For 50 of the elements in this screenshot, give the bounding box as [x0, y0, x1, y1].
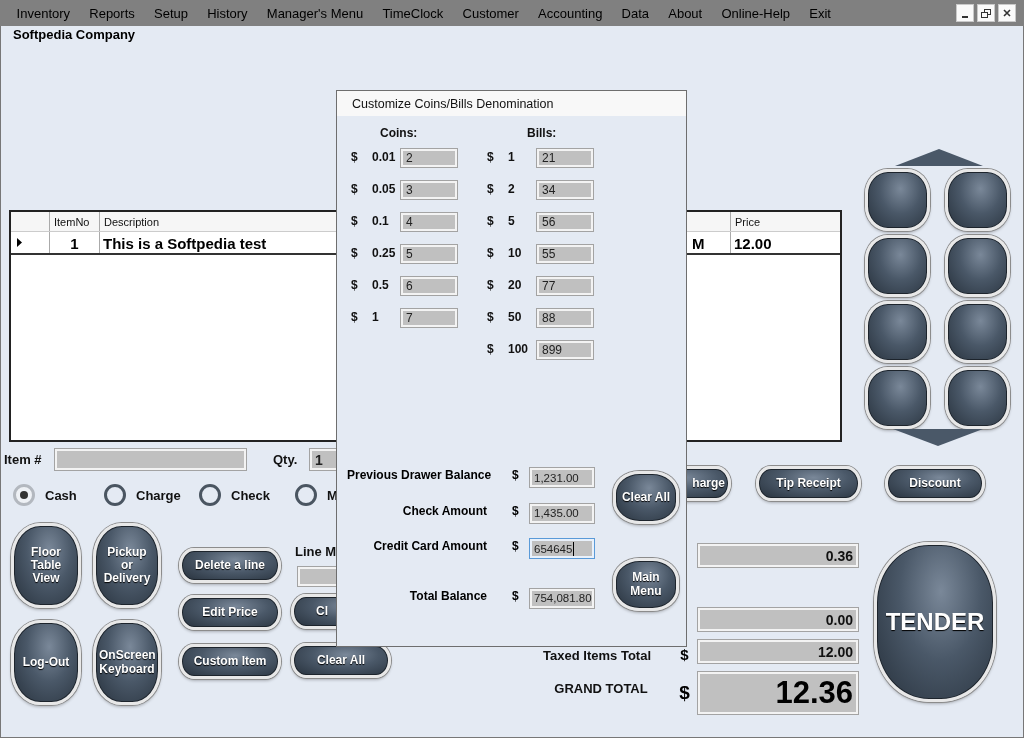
currency-symbol: $ [351, 213, 359, 228]
coin-value: 1 [372, 309, 380, 324]
total-field: 0.36 [698, 544, 858, 567]
currency-symbol: $ [511, 539, 520, 555]
currency-symbol: $ [511, 588, 520, 605]
total-field: 12.00 [698, 640, 858, 663]
coin-value: 0.1 [372, 213, 390, 228]
dialog-title: Customize Coins/Bills Denomination [352, 96, 554, 111]
currency-symbol: $ [511, 503, 520, 520]
currency-symbol: $ [351, 245, 359, 260]
currency-symbol: $ [487, 149, 495, 164]
qty-label: Qty. [273, 452, 299, 467]
total-label: Taxed Items Total [543, 648, 651, 663]
bills-heading: Bills: [526, 125, 558, 139]
item-label: Item # [3, 452, 43, 467]
total-field: 0.00 [698, 608, 858, 631]
currency-symbol: $ [487, 213, 495, 228]
amount-label: Check Amount [401, 503, 487, 520]
grand-total-label: GRAND TOTAL [554, 681, 648, 696]
coins-heading: Coins: [379, 125, 419, 139]
bill-value: 100 [508, 341, 530, 356]
currency-symbol: $ [680, 646, 689, 663]
bill-value: 10 [508, 245, 523, 260]
table-cell: 1 [50, 232, 100, 253]
bill-value: 2 [508, 181, 516, 196]
currency-symbol: $ [351, 181, 359, 196]
company-name: Softpedia Company [12, 26, 137, 43]
grand-total-field: 12.36 [698, 672, 858, 714]
amount-label: Credit Card Amount [372, 539, 487, 555]
currency-symbol: $ [487, 181, 495, 196]
currency-symbol: $ [487, 309, 495, 324]
currency-symbol: $ [351, 277, 359, 292]
table-cell-text: 12.00 [733, 234, 773, 253]
coin-value: 0.05 [372, 181, 397, 196]
currency-symbol: $ [351, 149, 359, 164]
currency-symbol: $ [487, 341, 495, 356]
bill-value: 1 [508, 149, 516, 164]
currency-symbol: $ [487, 245, 495, 260]
coin-value: 0.01 [372, 149, 397, 164]
coin-value: 0.5 [372, 277, 390, 292]
bill-value: 5 [508, 213, 516, 228]
bill-value: 50 [508, 309, 523, 324]
table-cell-text: This is a Softpedia test [102, 234, 268, 252]
amount-label: Total Balance [408, 588, 487, 605]
currency-symbol: $ [351, 309, 359, 324]
bill-value: 20 [508, 277, 523, 292]
coin-value: 0.25 [372, 245, 397, 260]
currency-symbol: $ [487, 277, 495, 292]
currency-symbol: $ [679, 682, 690, 704]
table-cell: M [689, 232, 731, 253]
